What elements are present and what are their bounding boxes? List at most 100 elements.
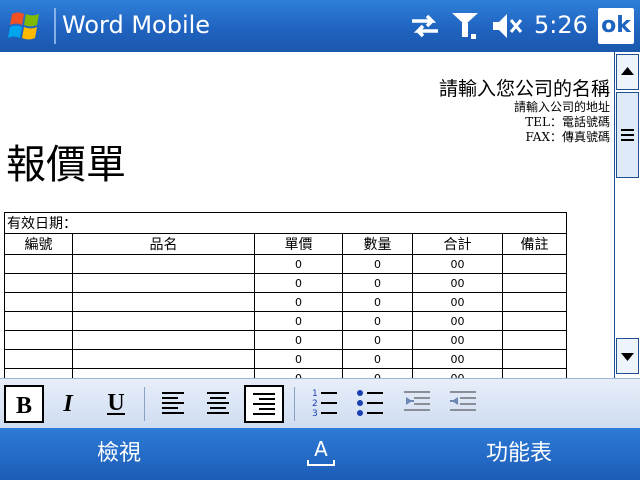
header-total[interactable]: 合計 — [412, 233, 503, 255]
signal-icon[interactable] — [450, 10, 480, 42]
valid-date-label[interactable]: 有效日期： — [3, 212, 568, 234]
align-center-button[interactable] — [200, 385, 240, 423]
input-panel-icon[interactable]: A — [304, 434, 338, 474]
document-area[interactable]: 請輸入您公司的名稱 請輸入公司的地址 TEL：電話號碼 FAX：傳真號碼 報價單… — [0, 52, 614, 378]
table-cell[interactable] — [4, 368, 73, 378]
table-cell[interactable] — [501, 368, 568, 378]
header-unit-price[interactable]: 單價 — [254, 233, 343, 255]
table-cell[interactable]: 0 — [342, 330, 413, 350]
scroll-down-icon — [621, 353, 634, 361]
company-tel[interactable]: TEL：電話號碼 — [525, 115, 610, 130]
table-cell[interactable]: 00 — [412, 254, 503, 274]
svg-text:3: 3 — [312, 409, 318, 419]
table-cell[interactable]: 0 — [254, 273, 343, 293]
table-cell[interactable]: 0 — [342, 311, 413, 331]
table-row[interactable]: 0 0 00 — [4, 349, 568, 369]
table-cell[interactable] — [4, 273, 73, 293]
table-cell[interactable] — [4, 349, 73, 369]
decrease-indent-button[interactable] — [398, 385, 438, 423]
table-cell[interactable] — [501, 349, 568, 369]
table-cell[interactable] — [72, 292, 255, 312]
table-cell[interactable] — [501, 330, 568, 350]
table-cell[interactable]: 00 — [412, 273, 503, 293]
formatting-toolbar: B I U 1 2 3 — [0, 378, 640, 428]
numbered-list-button[interactable]: 1 2 3 — [304, 385, 344, 423]
table-row[interactable]: 0 0 00 — [4, 292, 568, 312]
scroll-down-button[interactable] — [616, 338, 639, 374]
table-cell[interactable] — [4, 254, 73, 274]
table-cell[interactable] — [4, 330, 73, 350]
vertical-scrollbar[interactable] — [614, 52, 640, 378]
header-item-name[interactable]: 品名 — [72, 233, 255, 255]
align-right-button[interactable] — [244, 385, 284, 423]
table-cell[interactable]: 0 — [254, 330, 343, 350]
company-fax[interactable]: FAX：傳真號碼 — [526, 130, 611, 145]
table-cell[interactable] — [72, 254, 255, 274]
table-cell[interactable]: 00 — [412, 292, 503, 312]
scroll-up-icon — [621, 67, 634, 75]
softkey-view[interactable]: 檢視 — [97, 440, 141, 468]
table-cell[interactable]: 0 — [254, 349, 343, 369]
bulleted-list-icon — [357, 390, 383, 416]
table-cell[interactable] — [72, 273, 255, 293]
softkey-menu[interactable]: 功能表 — [486, 440, 552, 468]
numbered-list-icon: 1 2 3 — [312, 389, 337, 419]
ok-button[interactable]: ok — [598, 8, 634, 44]
table-header-row[interactable]: 編號 品名 單價 數量 合計 備註 — [4, 233, 568, 255]
header-id[interactable]: 編號 — [4, 233, 73, 255]
table-cell[interactable]: 00 — [412, 368, 503, 378]
app-title: Word Mobile — [62, 11, 211, 39]
table-cell[interactable] — [4, 292, 73, 312]
italic-button[interactable]: I — [50, 385, 90, 423]
table-row[interactable]: 0 0 00 — [4, 273, 568, 293]
table-cell[interactable]: 0 — [342, 349, 413, 369]
softkey-bar: 檢視 A 功能表 — [0, 428, 640, 480]
increase-indent-button[interactable] — [444, 385, 484, 423]
bold-button[interactable]: B — [4, 385, 44, 423]
table-cell[interactable]: 0 — [254, 368, 343, 378]
table-cell[interactable] — [501, 254, 568, 274]
table-cell[interactable] — [72, 311, 255, 331]
volume-muted-icon[interactable] — [490, 10, 526, 42]
table-cell[interactable]: 00 — [412, 330, 503, 350]
table-cell[interactable]: 0 — [254, 254, 343, 274]
table-cell[interactable] — [72, 349, 255, 369]
decrease-indent-icon — [404, 391, 430, 411]
align-left-button[interactable] — [154, 385, 194, 423]
table-row[interactable]: 0 0 00 — [4, 330, 568, 350]
table-cell[interactable]: 0 — [342, 292, 413, 312]
quote-table[interactable]: 有效日期： 編號 品名 單價 數量 合計 備註 0 0 00 0 0 00 0 0 00 0 0 00… — [3, 212, 568, 378]
table-cell[interactable] — [501, 292, 568, 312]
align-right-icon — [253, 393, 275, 415]
table-cell[interactable]: 0 — [342, 254, 413, 274]
table-cell[interactable]: 00 — [412, 311, 503, 331]
grip-icon — [621, 129, 634, 141]
connectivity-icon[interactable] — [408, 10, 442, 42]
windows-start-icon[interactable] — [4, 6, 50, 46]
table-cell[interactable]: 0 — [254, 311, 343, 331]
table-cell[interactable]: 0 — [342, 273, 413, 293]
table-row[interactable]: 0 0 00 — [4, 311, 568, 331]
table-cell[interactable] — [501, 273, 568, 293]
table-row[interactable]: 0 0 00 — [4, 368, 568, 378]
document-title[interactable]: 報價單 — [6, 142, 126, 188]
scroll-thumb[interactable] — [616, 92, 639, 178]
bulleted-list-button[interactable] — [350, 385, 390, 423]
table-cell[interactable]: 0 — [342, 368, 413, 378]
clock[interactable]: 5:26 — [534, 10, 588, 40]
table-cell[interactable] — [501, 311, 568, 331]
scroll-up-button[interactable] — [616, 54, 639, 90]
valid-date-row[interactable]: 有效日期： — [3, 212, 568, 234]
company-address[interactable]: 請輸入公司的地址 — [514, 100, 610, 115]
svg-text:A: A — [314, 437, 328, 461]
table-cell[interactable]: 00 — [412, 349, 503, 369]
underline-button[interactable]: U — [98, 385, 138, 423]
header-quantity[interactable]: 數量 — [342, 233, 413, 255]
header-remarks[interactable]: 備註 — [501, 233, 568, 255]
company-name[interactable]: 請輸入您公司的名稱 — [439, 78, 610, 100]
table-cell[interactable] — [4, 311, 73, 331]
table-row[interactable]: 0 0 00 — [4, 254, 568, 274]
table-cell[interactable] — [72, 330, 255, 350]
table-cell[interactable]: 0 — [254, 292, 343, 312]
table-cell[interactable] — [72, 368, 255, 378]
